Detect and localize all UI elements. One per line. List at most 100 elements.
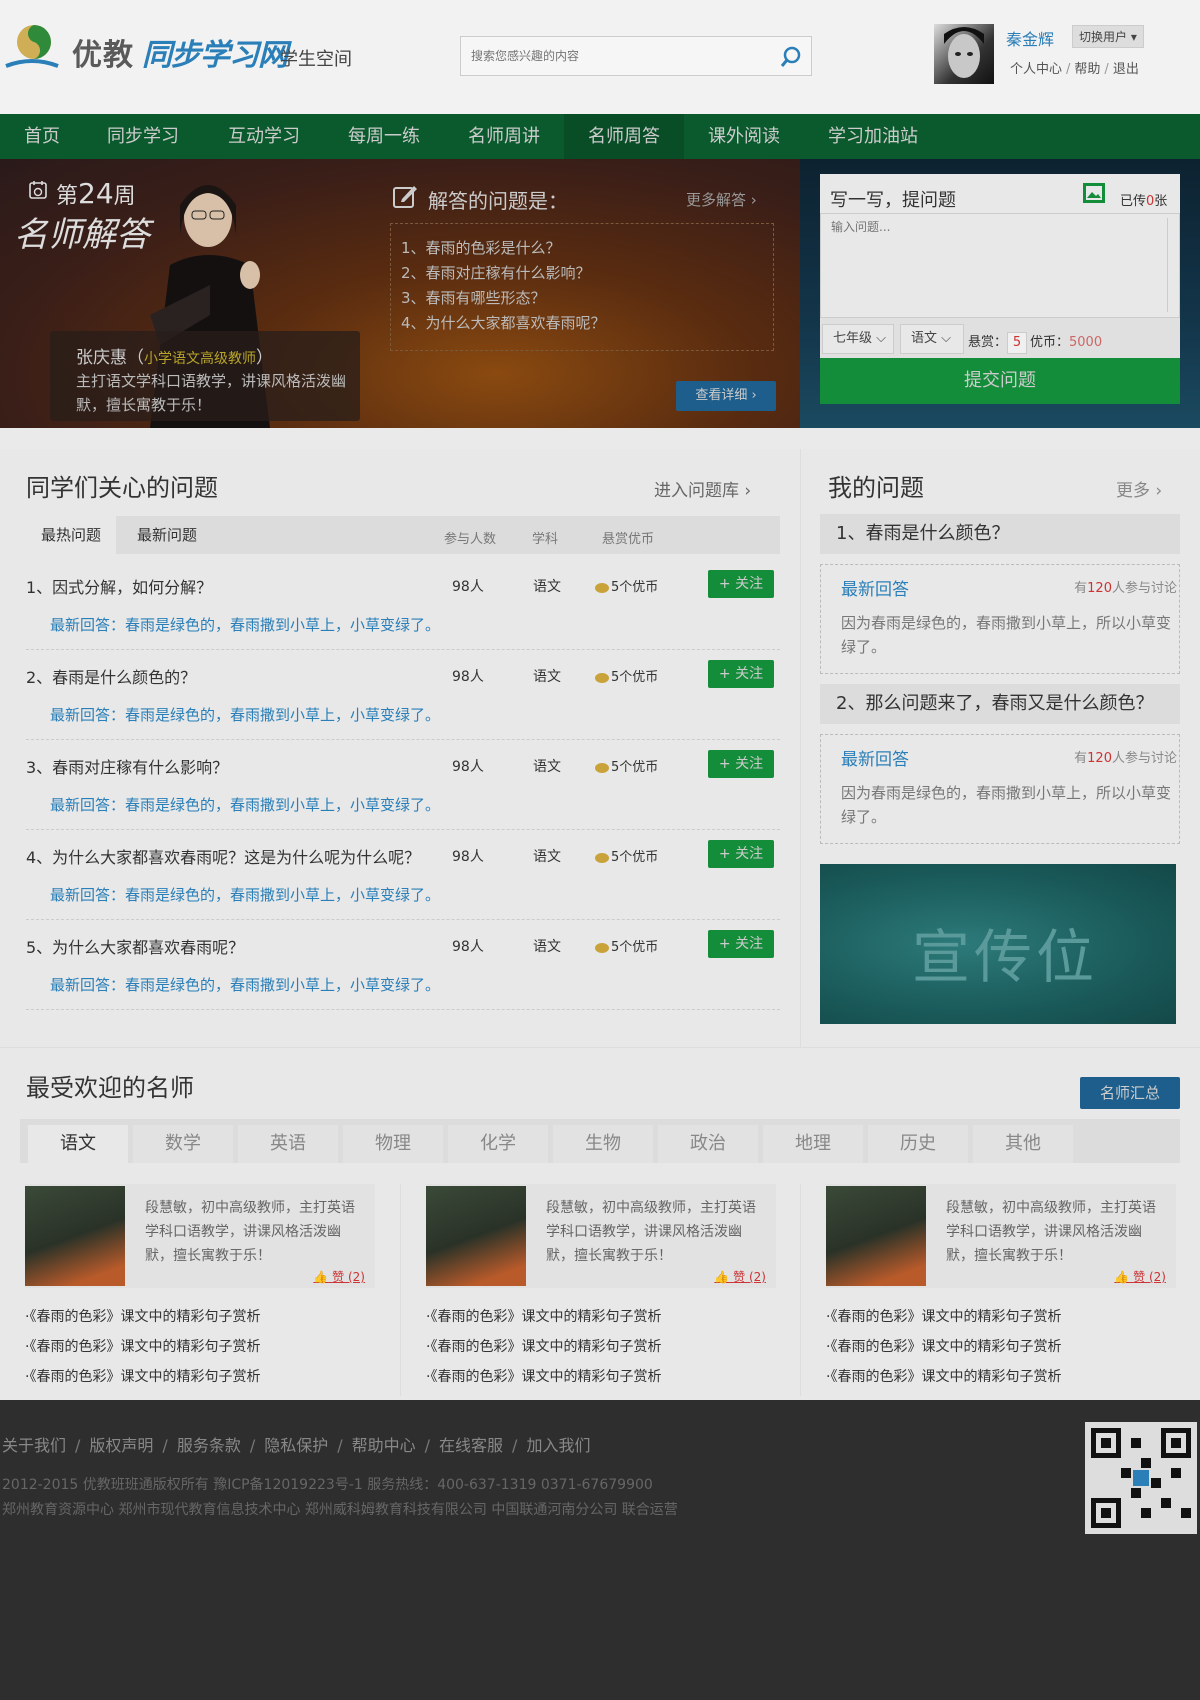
teacher-summary-button[interactable]: 名师汇总 — [1080, 1077, 1180, 1109]
question-title[interactable]: 3、春雨对庄稼有什么影响？ — [26, 754, 228, 778]
link-personal-center[interactable]: 个人中心 — [1010, 62, 1062, 77]
article-link[interactable]: ·《春雨的色彩》课文中的精彩句子赏析 — [25, 1332, 260, 1362]
image-upload-icon[interactable] — [1082, 182, 1106, 204]
footer-link-about[interactable]: 关于我们 — [2, 1436, 66, 1455]
logo-youjiao[interactable]: 优教 — [72, 30, 134, 74]
uploaded-prefix: 已传 — [1120, 194, 1147, 209]
chevron-down-icon: ⌵ — [876, 331, 887, 346]
tab-subject-physics[interactable]: 物理 — [343, 1125, 443, 1163]
tab-subject-geography[interactable]: 地理 — [763, 1125, 863, 1163]
user-name[interactable]: 秦金辉 — [1006, 26, 1054, 50]
nav-sync-study[interactable]: 同步学习 — [107, 114, 179, 159]
switch-user-dropdown[interactable]: 切换用户 ▾ — [1072, 25, 1144, 48]
latest-answer[interactable]: 最新回答：春雨是绿色的，春雨撒到小草上，小草变绿了。 — [50, 614, 440, 635]
tab-subject-english[interactable]: 英语 — [238, 1125, 338, 1163]
nav-home[interactable]: 首页 — [24, 114, 60, 159]
footer-link-copyright[interactable]: 版权声明 — [89, 1436, 153, 1455]
submit-question-button[interactable]: 提交问题 — [820, 358, 1180, 404]
latest-answer[interactable]: 最新回答：春雨是绿色的，春雨撒到小草上，小草变绿了。 — [50, 794, 440, 815]
reward-input[interactable]: 5 — [1007, 331, 1028, 354]
question-textarea[interactable] — [821, 214, 1161, 314]
tab-subject-biology[interactable]: 生物 — [553, 1125, 653, 1163]
question-title[interactable]: 4、为什么大家都喜欢春雨呢？这是为什么呢为什么呢？ — [26, 844, 420, 868]
question-title[interactable]: 5、为什么大家都喜欢春雨呢？ — [26, 934, 244, 958]
like-link[interactable]: 👍 赞 (2) — [1114, 1268, 1166, 1285]
like-link[interactable]: 👍 赞 (2) — [313, 1268, 365, 1285]
reward-coins: 5个优币 — [595, 846, 658, 865]
my-question-answer: 最新回答 有120人参与讨论 因为春雨是绿色的，春雨撒到小草上，所以小草变绿了。 — [820, 734, 1180, 844]
question-title[interactable]: 1、因式分解，如何分解？ — [26, 574, 212, 598]
tab-subject-other[interactable]: 其他 — [973, 1125, 1073, 1163]
nav-study-station[interactable]: 学习加油站 — [828, 114, 918, 159]
view-detail-label: 查看详细 — [695, 388, 748, 403]
reward-label: 悬赏： — [968, 335, 1008, 350]
nav-teacher-answer[interactable]: 名师周答 — [564, 114, 684, 159]
article-link[interactable]: ·《春雨的色彩》课文中的精彩句子赏析 — [826, 1332, 1061, 1362]
article-link[interactable]: ·《春雨的色彩》课文中的精彩句子赏析 — [25, 1362, 260, 1392]
footer-link-help[interactable]: 帮助中心 — [352, 1436, 416, 1455]
search-input[interactable] — [461, 37, 761, 75]
link-help[interactable]: 帮助 — [1074, 62, 1100, 77]
article-link[interactable]: ·《春雨的色彩》课文中的精彩句子赏析 — [826, 1362, 1061, 1392]
nav-interactive[interactable]: 互动学习 — [228, 114, 300, 159]
my-questions-more-link[interactable]: 更多 › — [1116, 476, 1162, 501]
separator: / — [424, 1436, 431, 1455]
article-link[interactable]: ·《春雨的色彩》课文中的精彩句子赏析 — [426, 1362, 661, 1392]
article-link[interactable]: ·《春雨的色彩》课文中的精彩句子赏析 — [25, 1302, 260, 1332]
disc-prefix: 有 — [1074, 581, 1088, 596]
nav-teacher-lecture[interactable]: 名师周讲 — [468, 114, 540, 159]
teacher-avatar[interactable] — [25, 1186, 125, 1286]
question-bank-link[interactable]: 进入问题库 › — [654, 476, 751, 501]
footer-link-join[interactable]: 加入我们 — [526, 1436, 590, 1455]
my-question[interactable]: 1、春雨是什么颜色？ — [820, 514, 1180, 554]
tab-subject-history[interactable]: 历史 — [868, 1125, 968, 1163]
latest-answer[interactable]: 最新回答：春雨是绿色的，春雨撒到小草上，小草变绿了。 — [50, 884, 440, 905]
link-logout[interactable]: 退出 — [1113, 62, 1139, 77]
answered-question[interactable]: 1、春雨的色彩是什么？ — [401, 236, 763, 261]
follow-button[interactable]: + 关注 — [708, 930, 774, 958]
my-question[interactable]: 2、那么问题来了，春雨又是什么颜色？ — [820, 684, 1180, 724]
footer-link-terms[interactable]: 服务条款 — [177, 1436, 241, 1455]
like-link[interactable]: 👍 赞 (2) — [714, 1268, 766, 1285]
answered-question[interactable]: 4、为什么大家都喜欢春雨呢？ — [401, 311, 763, 336]
grade-select[interactable]: 七年级 ⌵ — [822, 324, 894, 354]
logo-tongbu[interactable]: 同步学习网 — [142, 30, 288, 74]
question-row: 3、春雨对庄稼有什么影响？ 98人 语文 5个优币 + 关注 最新回答：春雨是绿… — [26, 740, 780, 830]
article-link[interactable]: ·《春雨的色彩》课文中的精彩句子赏析 — [426, 1302, 661, 1332]
latest-answer[interactable]: 最新回答：春雨是绿色的，春雨撒到小草上，小草变绿了。 — [50, 974, 440, 995]
tab-subject-chemistry[interactable]: 化学 — [448, 1125, 548, 1163]
footer-link-privacy[interactable]: 隐私保护 — [264, 1436, 328, 1455]
question-textarea-wrap — [820, 214, 1180, 318]
textarea-scrollbar[interactable] — [1167, 218, 1177, 312]
search-icon[interactable] — [779, 45, 803, 69]
follow-button[interactable]: + 关注 — [708, 750, 774, 778]
tab-hottest[interactable]: 最热问题 — [26, 516, 117, 554]
follow-button[interactable]: + 关注 — [708, 660, 774, 688]
article-link[interactable]: ·《春雨的色彩》课文中的精彩句子赏析 — [826, 1302, 1061, 1332]
ad-banner[interactable]: 宣传位 — [820, 864, 1176, 1024]
nav-weekly-practice[interactable]: 每周一练 — [348, 114, 420, 159]
tab-newest[interactable]: 最新问题 — [122, 516, 212, 554]
more-answers-link[interactable]: 更多解答 › — [686, 189, 757, 210]
teacher-card: 段慧敏，初中高级教师，主打英语学科口语教学，讲课风格活泼幽默，擅长寓教于乐！ 👍… — [426, 1184, 776, 1288]
nav-extra-reading[interactable]: 课外阅读 — [708, 114, 780, 159]
tab-subject-politics[interactable]: 政治 — [658, 1125, 758, 1163]
follow-button[interactable]: + 关注 — [708, 840, 774, 868]
footer-link-service[interactable]: 在线客服 — [439, 1436, 503, 1455]
article-link[interactable]: ·《春雨的色彩》课文中的精彩句子赏析 — [426, 1332, 661, 1362]
answered-question[interactable]: 2、春雨对庄稼有什么影响？ — [401, 261, 763, 286]
question-title[interactable]: 2、春雨是什么颜色的？ — [26, 664, 196, 688]
like-label: 赞 (2) — [1133, 1270, 1166, 1284]
tab-subject-chinese[interactable]: 语文 — [28, 1125, 128, 1163]
teacher-avatar[interactable] — [426, 1186, 526, 1286]
avatar[interactable] — [934, 24, 994, 84]
view-detail-button[interactable]: 查看详细 › — [676, 381, 776, 411]
tab-subject-math[interactable]: 数学 — [133, 1125, 233, 1163]
separator: / — [162, 1436, 168, 1455]
teacher-avatar[interactable] — [826, 1186, 926, 1286]
answered-question[interactable]: 3、春雨有哪些形态？ — [401, 286, 763, 311]
follow-button[interactable]: + 关注 — [708, 570, 774, 598]
subject-select[interactable]: 语文 ⌵ — [900, 324, 964, 354]
coin-icon — [595, 942, 609, 953]
latest-answer[interactable]: 最新回答：春雨是绿色的，春雨撒到小草上，小草变绿了。 — [50, 704, 440, 725]
